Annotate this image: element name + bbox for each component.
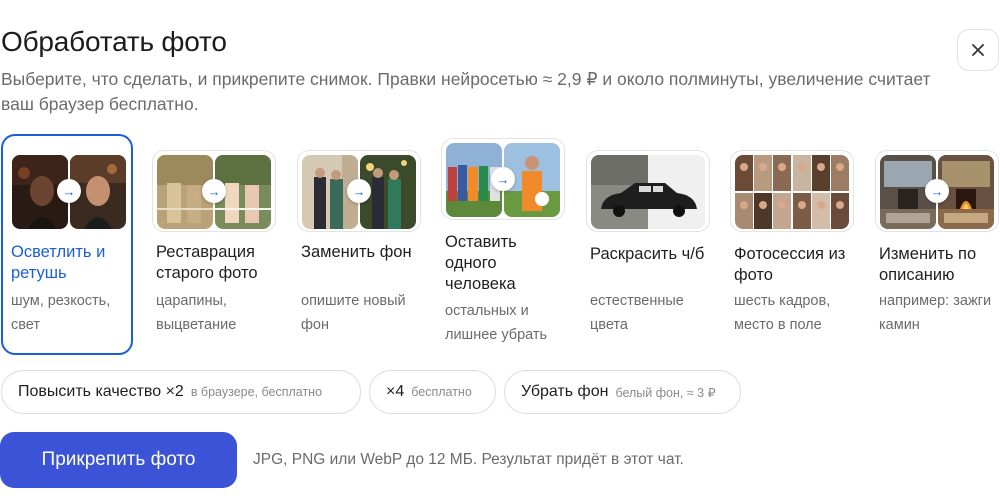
photo-grid-image bbox=[735, 155, 849, 229]
arrow-right-icon: → bbox=[925, 179, 949, 203]
card-description: остальных и лишнее убрать bbox=[445, 303, 548, 343]
card-title: Осветлить и ретушь bbox=[11, 243, 106, 282]
car-image bbox=[591, 155, 705, 229]
colorize-preview bbox=[586, 150, 710, 232]
card-title: Заменить фон bbox=[301, 243, 412, 261]
arrow-right-icon: → bbox=[347, 179, 371, 203]
chip-label: Убрать фон bbox=[521, 383, 609, 400]
card-title: Реставрация старого фото bbox=[156, 243, 258, 282]
action-cards: → Осветлить и ретушь шум, резкость, свет… bbox=[0, 134, 1000, 356]
dialog-title: Обработать фото bbox=[1, 26, 227, 57]
close-button[interactable] bbox=[957, 29, 999, 71]
card-description: царапины, выцветание bbox=[156, 293, 237, 333]
card-title: Раскрасить ч/б bbox=[590, 245, 705, 263]
card-title: Оставить одного человека bbox=[445, 233, 517, 293]
background-preview: → bbox=[297, 150, 421, 232]
card-keep-one-person[interactable]: → Оставить одного человека остальных и л… bbox=[435, 134, 567, 355]
arrow-right-icon: → bbox=[57, 179, 81, 203]
file-requirements-note: JPG, PNG или WebP до 12 МБ. Результат пр… bbox=[253, 451, 684, 468]
restoration-preview: → bbox=[152, 150, 276, 232]
edit-preview: → bbox=[875, 150, 999, 232]
retouch-preview: → bbox=[7, 150, 131, 232]
arrow-right-icon: → bbox=[202, 179, 226, 203]
card-description: шум, резкость, свет bbox=[11, 293, 111, 333]
close-icon bbox=[972, 44, 984, 56]
chip-hint: белый фон, ≈ 3 ₽ bbox=[615, 385, 716, 400]
card-colorize[interactable]: Раскрасить ч/б естественные цвета bbox=[580, 134, 712, 355]
card-description: опишите новый фон bbox=[301, 293, 406, 333]
card-retouch[interactable]: → Осветлить и ретушь шум, резкость, свет bbox=[1, 134, 133, 355]
card-description: шесть кадров, место в поле bbox=[734, 293, 831, 333]
chip-label: ×4 bbox=[386, 383, 405, 400]
chip-hint: в браузере, бесплатно bbox=[190, 385, 323, 399]
photoshoot-preview bbox=[730, 150, 854, 232]
chip-hint: бесплатно bbox=[411, 385, 472, 399]
dialog-subtitle: Выберите, что сделать, и прикрепите сним… bbox=[1, 69, 931, 114]
keep-one-preview: → bbox=[441, 138, 565, 220]
card-description: естественные цвета bbox=[590, 293, 684, 333]
card-title: Фотосессия из фото bbox=[734, 245, 846, 284]
remove-background-chip[interactable]: Убрать фон белый фон, ≈ 3 ₽ bbox=[504, 370, 741, 414]
upscale-x2-chip[interactable]: Повысить качество ×2 в браузере, бесплат… bbox=[1, 370, 361, 414]
card-restoration[interactable]: → Реставрация старого фото царапины, выц… bbox=[146, 134, 278, 355]
chip-label: Повысить качество ×2 bbox=[18, 383, 184, 400]
card-photoshoot[interactable]: Фотосессия из фото шесть кадров, место в… bbox=[724, 134, 856, 355]
card-replace-background[interactable]: → Заменить фон опишите новый фон bbox=[291, 134, 423, 355]
card-description: например: зажги камин bbox=[879, 293, 992, 333]
card-title: Изменить по описанию bbox=[879, 245, 977, 284]
arrow-right-icon: → bbox=[491, 167, 515, 191]
attach-photo-button[interactable]: Прикрепить фото bbox=[0, 432, 237, 488]
upscale-x4-chip[interactable]: ×4 бесплатно bbox=[369, 370, 496, 414]
card-edit-by-description[interactable]: → Изменить по описанию например: зажги к… bbox=[869, 134, 1000, 355]
